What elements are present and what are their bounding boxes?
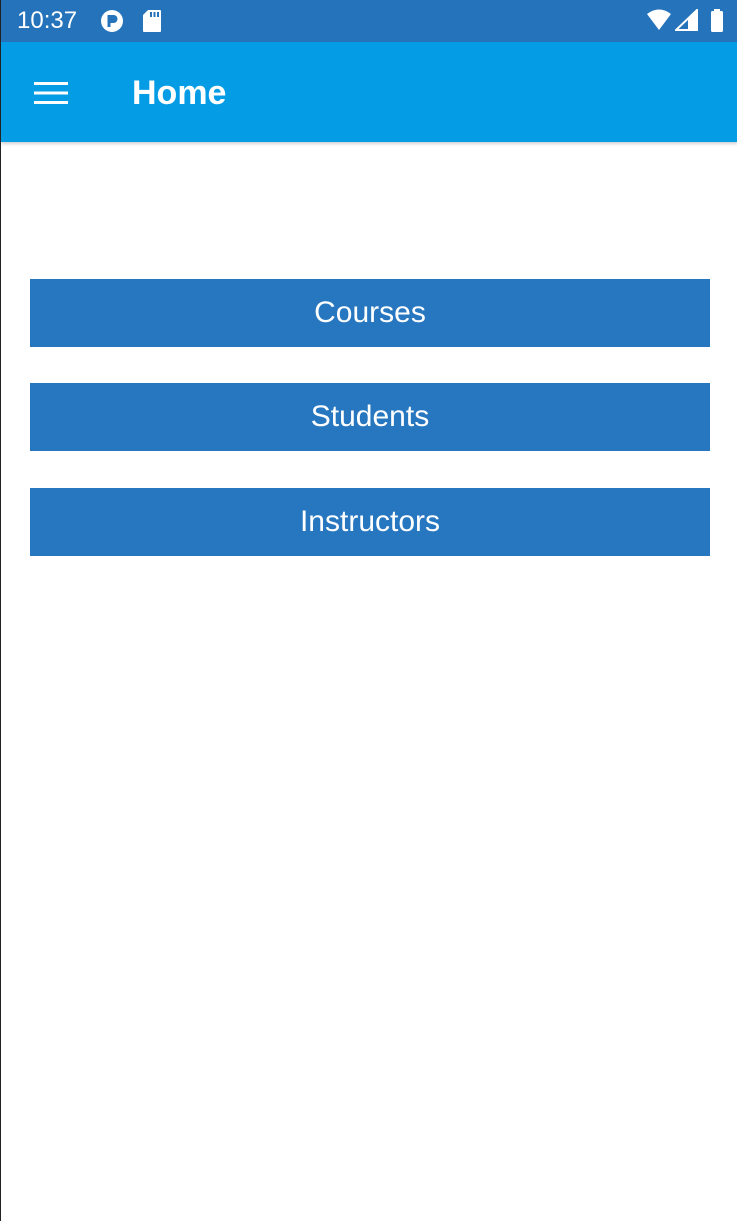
students-button[interactable]: Students [30, 383, 710, 451]
wifi-icon [646, 9, 672, 36]
courses-button[interactable]: Courses [30, 279, 710, 347]
hamburger-menu-icon[interactable] [23, 66, 79, 120]
status-time: 10:37 [17, 7, 78, 34]
battery-icon [710, 9, 724, 38]
cell-signal-icon [673, 7, 699, 36]
sd-card-icon [142, 9, 166, 33]
app-screen: 10:37 Home Courses Students Instructors [0, 0, 737, 1221]
instructors-button[interactable]: Instructors [30, 488, 710, 556]
page-title: Home [132, 74, 227, 112]
circle-p-icon [100, 9, 124, 33]
app-bar: Home [1, 42, 737, 142]
status-bar: 10:37 [1, 0, 737, 42]
